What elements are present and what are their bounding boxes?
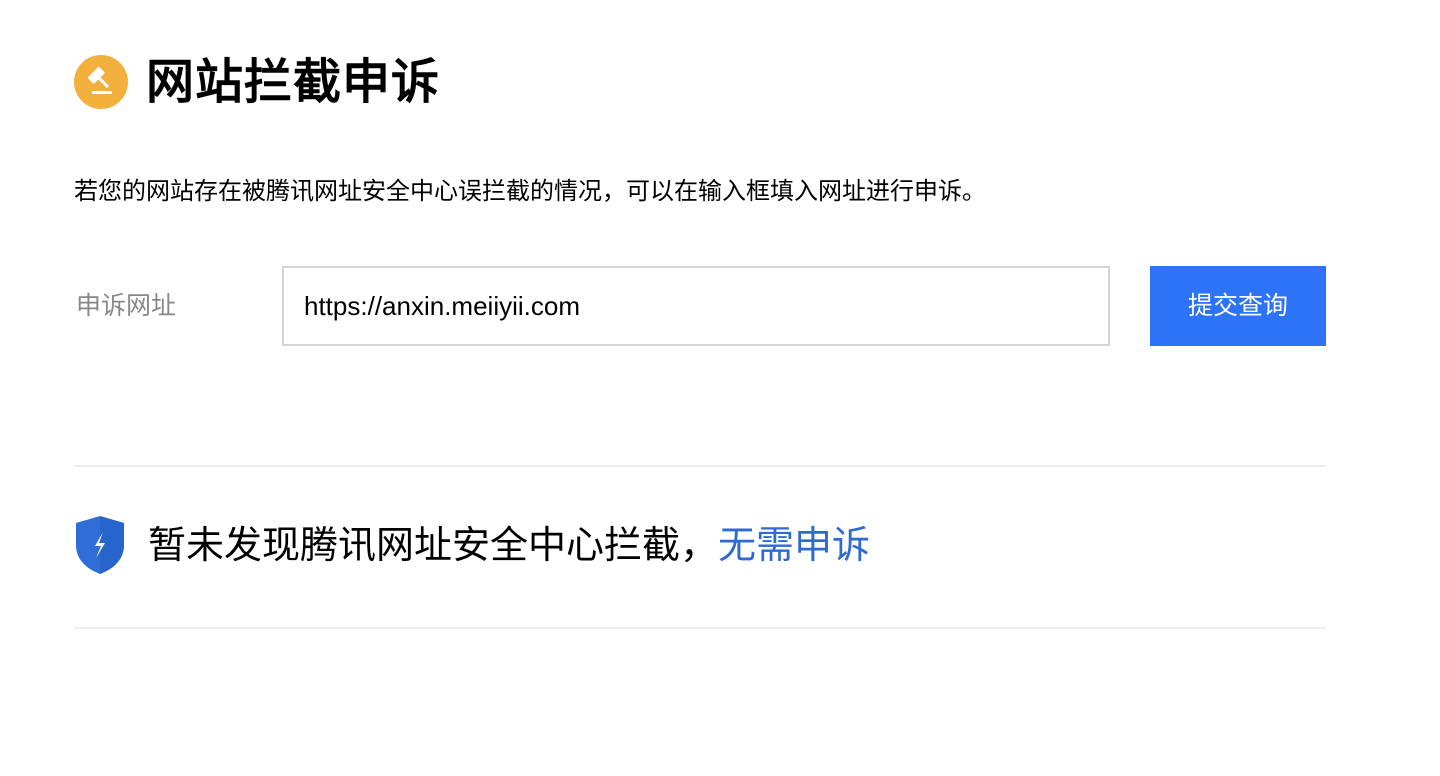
page-title: 网站拦截申诉 <box>146 54 441 110</box>
divider <box>74 627 1326 629</box>
submit-button[interactable]: 提交查询 <box>1150 266 1326 346</box>
gavel-icon <box>74 55 128 109</box>
no-appeal-needed-link[interactable]: 无需申诉 <box>718 523 870 567</box>
result-status-text: 暂未发现腾讯网址安全中心拦截， <box>148 523 719 567</box>
divider <box>74 465 1326 467</box>
page-header: 网站拦截申诉 <box>74 52 440 112</box>
url-input[interactable] <box>282 266 1110 346</box>
shield-icon <box>76 516 124 574</box>
result-section: 暂未发现腾讯网址安全中心拦截，无需申诉 <box>74 514 870 576</box>
appeal-page: 网站拦截申诉 若您的网站存在被腾讯网址安全中心误拦截的情况，可以在输入框填入网址… <box>0 0 1440 776</box>
appeal-form: 申诉网址 提交查询 <box>74 266 1326 346</box>
result-message: 暂未发现腾讯网址安全中心拦截，无需申诉 <box>148 520 870 570</box>
intro-text: 若您的网站存在被腾讯网址安全中心误拦截的情况，可以在输入框填入网址进行申诉。 <box>74 177 986 205</box>
url-field-label: 申诉网址 <box>76 291 177 320</box>
